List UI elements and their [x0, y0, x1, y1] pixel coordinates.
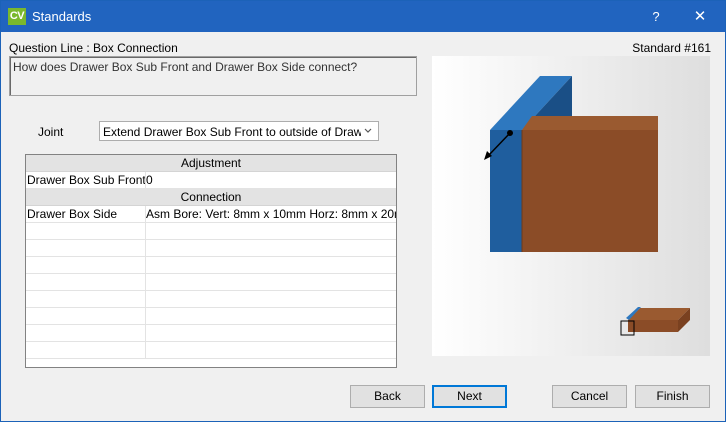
back-button[interactable]: Back: [350, 385, 425, 408]
section-header-adjustment: Adjustment: [26, 155, 396, 172]
empty-row: [26, 223, 396, 240]
cancel-button[interactable]: Cancel: [552, 385, 627, 408]
standards-dialog: CV Standards ? ✕ Question Line : Box Con…: [0, 0, 726, 422]
joint-selected-value: Extend Drawer Box Sub Front to outside o…: [103, 125, 361, 139]
chevron-down-icon: [364, 128, 372, 133]
box-front: [522, 130, 658, 252]
joint-illustration: [484, 76, 690, 336]
close-button[interactable]: ✕: [685, 6, 715, 28]
empty-row: [26, 240, 396, 257]
empty-row: [26, 308, 396, 325]
property-value[interactable]: 0: [146, 172, 396, 189]
question-line-label: Question Line : Box Connection: [9, 41, 178, 55]
finish-button[interactable]: Finish: [635, 385, 710, 408]
app-logo-icon: CV: [8, 8, 26, 25]
question-text: How does Drawer Box Sub Front and Drawer…: [13, 60, 358, 74]
property-grid[interactable]: Adjustment Drawer Box Sub Front 0 Connec…: [25, 154, 397, 368]
title-bar: CV Standards ? ✕: [1, 1, 725, 32]
joint-dropdown[interactable]: Extend Drawer Box Sub Front to outside o…: [99, 121, 379, 141]
property-value[interactable]: Asm Bore: Vert: 8mm x 10mm Horz: 8mm x 2…: [146, 206, 396, 223]
empty-row: [26, 257, 396, 274]
section-header-connection: Connection: [26, 189, 396, 206]
empty-row: [26, 325, 396, 342]
table-row[interactable]: Drawer Box Side Asm Bore: Vert: 8mm x 10…: [26, 206, 396, 223]
table-row[interactable]: Drawer Box Sub Front 0: [26, 172, 396, 189]
property-name: Drawer Box Sub Front: [27, 172, 146, 189]
overview-drawer-front: [628, 320, 678, 332]
empty-row: [26, 291, 396, 308]
empty-row: [26, 274, 396, 291]
help-button[interactable]: ?: [641, 6, 671, 28]
question-textbox[interactable]: How does Drawer Box Sub Front and Drawer…: [9, 56, 417, 96]
box-top: [522, 116, 658, 130]
property-name: Drawer Box Side: [26, 206, 146, 223]
standard-number: Standard #161: [632, 41, 711, 55]
joint-preview-image: [432, 56, 710, 356]
arrow-dot: [507, 130, 513, 136]
joint-label: Joint: [38, 125, 64, 139]
window-title: Standards: [32, 9, 92, 24]
empty-row: [26, 342, 396, 359]
next-button[interactable]: Next: [432, 385, 507, 408]
